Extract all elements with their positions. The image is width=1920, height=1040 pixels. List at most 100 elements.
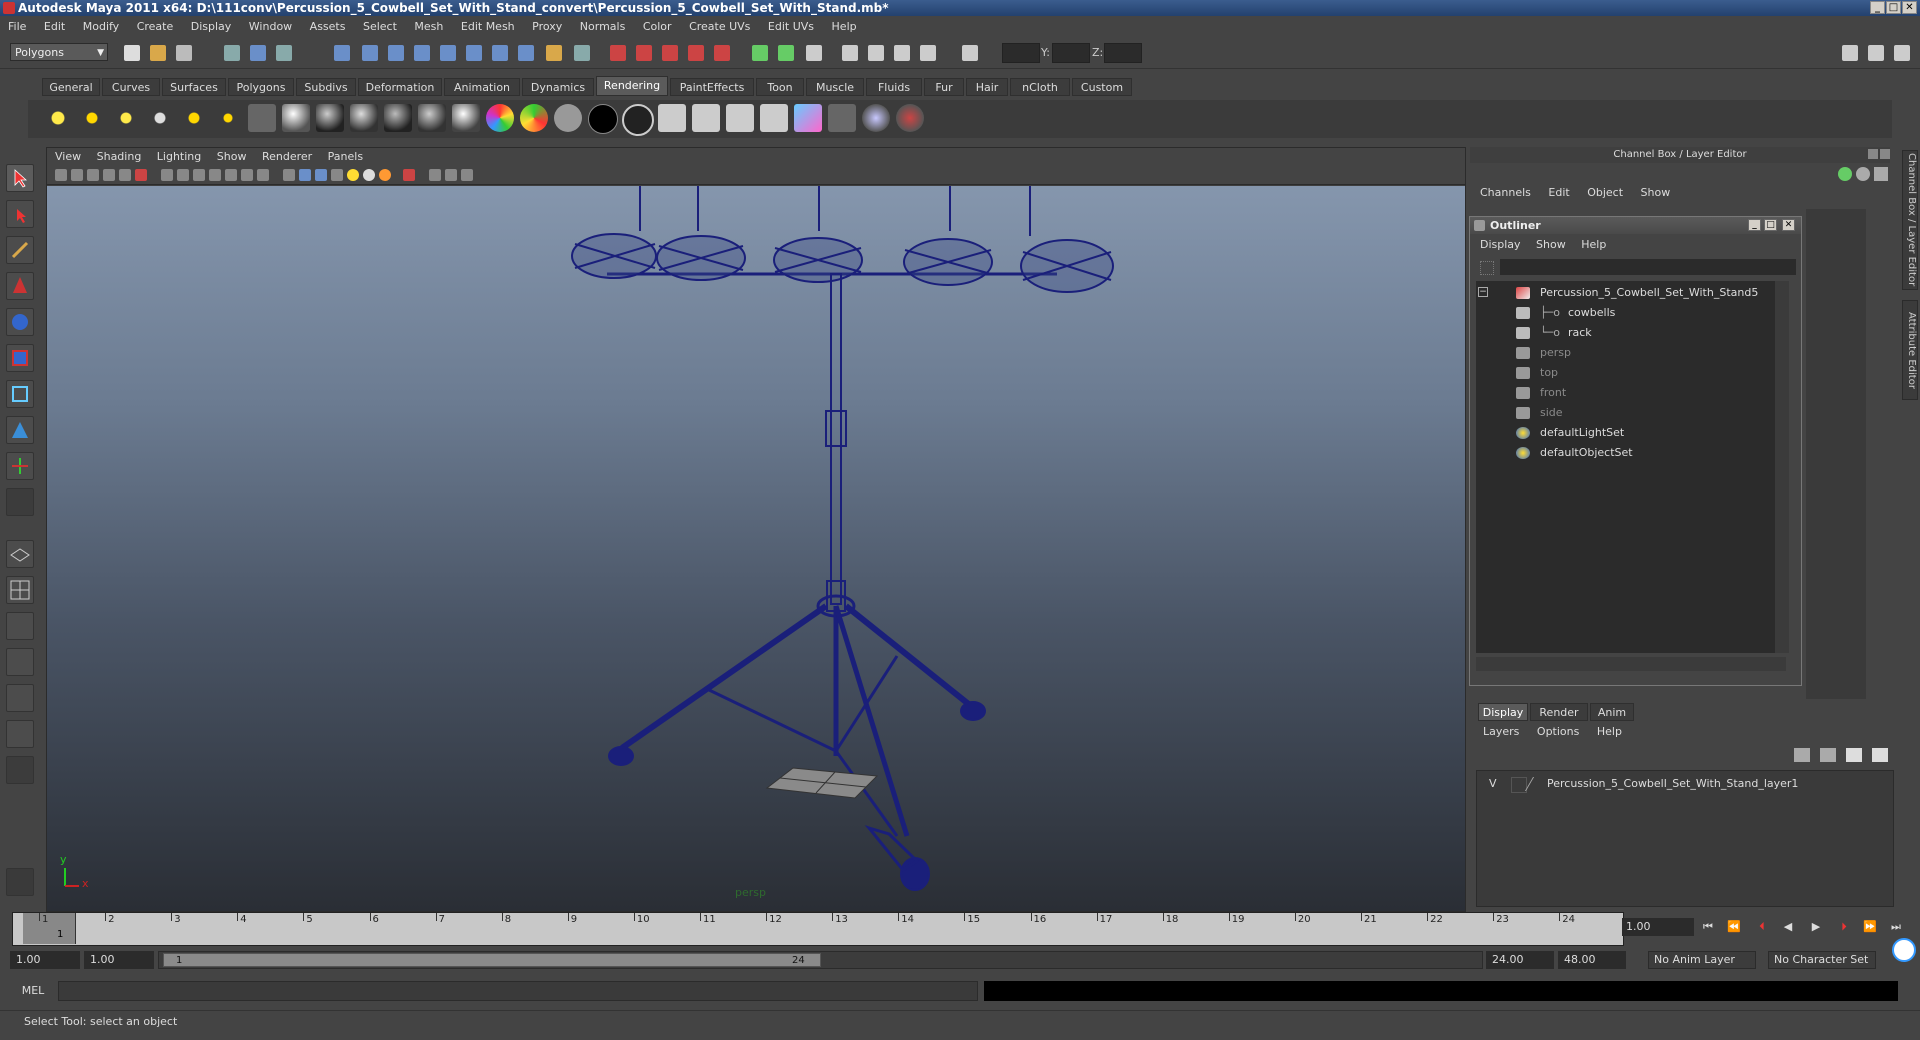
move-tool-icon[interactable] — [6, 272, 34, 300]
grease-pencil-icon[interactable] — [135, 169, 147, 181]
single-perspective-layout-icon[interactable] — [6, 540, 34, 568]
menu-display[interactable]: Display — [184, 17, 239, 37]
outliner-item[interactable]: front — [1476, 383, 1776, 403]
step-back-key-button[interactable]: ⏪ — [1724, 919, 1744, 935]
z-field[interactable] — [1104, 43, 1142, 63]
menu-proxy[interactable]: Proxy — [525, 17, 569, 37]
select-rendering-icon[interactable] — [492, 45, 508, 61]
channel-show-menu[interactable]: Show — [1634, 184, 1678, 202]
viewport-panel[interactable]: View Shading Lighting Show Renderer Pane… — [46, 147, 1466, 912]
lock-selection-icon[interactable] — [546, 45, 562, 61]
hypershade-persp-layout-icon[interactable] — [6, 684, 34, 712]
new-layer-icon[interactable] — [1794, 748, 1810, 762]
select-handles-icon[interactable] — [334, 45, 350, 61]
persp-outliner-layout-icon[interactable] — [6, 612, 34, 640]
shelf-tab-polygons[interactable]: Polygons — [228, 78, 294, 96]
snap-to-grids-icon[interactable] — [610, 45, 626, 61]
render-current-frame-icon[interactable] — [842, 45, 858, 61]
new-scene-icon[interactable] — [124, 45, 140, 61]
layer-tab-render[interactable]: Render — [1530, 703, 1588, 721]
step-forward-frame-button[interactable]: ⏵ — [1834, 919, 1854, 935]
hypershade-shelf-icon[interactable] — [794, 104, 822, 132]
animation-end-field[interactable]: 48.00 — [1558, 951, 1626, 969]
shelf-tab-fluids[interactable]: Fluids — [866, 78, 922, 96]
search-icon[interactable] — [1480, 261, 1494, 275]
auto-key-icon[interactable] — [1892, 938, 1916, 962]
menu-assets[interactable]: Assets — [303, 17, 353, 37]
render-current-icon[interactable] — [692, 104, 720, 132]
command-language-label[interactable]: MEL — [10, 981, 56, 1001]
ipr-render-icon[interactable] — [868, 45, 884, 61]
menu-mesh[interactable]: Mesh — [407, 17, 450, 37]
render-settings-icon[interactable] — [894, 45, 910, 61]
shelf-tab-surfaces[interactable]: Surfaces — [162, 78, 226, 96]
outliner-display-menu[interactable]: Display — [1470, 236, 1527, 254]
select-camera-icon[interactable] — [55, 169, 67, 181]
film-gate-icon[interactable] — [177, 169, 189, 181]
directional-light-icon[interactable] — [78, 104, 106, 132]
construction-history-icon[interactable] — [806, 45, 822, 61]
outliner-item[interactable]: ├─o cowbells — [1476, 303, 1776, 323]
outliner-item[interactable]: defaultObjectSet — [1476, 443, 1776, 463]
collapse-icon[interactable]: − — [1478, 287, 1488, 297]
rotate-tool-icon[interactable] — [6, 308, 34, 336]
outliner-minimize-button[interactable]: _ — [1748, 219, 1761, 231]
render-view-icon[interactable] — [658, 104, 686, 132]
menu-create-uvs[interactable]: Create UVs — [682, 17, 757, 37]
layer-options-menu[interactable]: Options — [1530, 722, 1586, 742]
character-set-dropdown[interactable]: No Character Set — [1768, 951, 1876, 969]
viewport-menu-view[interactable]: View — [47, 148, 87, 166]
shelf-tab-hair[interactable]: Hair — [966, 78, 1008, 96]
viewport-menu-shading[interactable]: Shading — [91, 148, 148, 166]
isolate-select-icon[interactable] — [403, 169, 415, 181]
scale-tool-icon[interactable] — [6, 344, 34, 372]
resolution-gate-icon[interactable] — [193, 169, 205, 181]
channel-box-toggle-icon[interactable] — [1894, 45, 1910, 61]
shelf-tab-deformation[interactable]: Deformation — [358, 78, 442, 96]
animation-start-field[interactable]: 1.00 — [10, 951, 80, 969]
grid-icon[interactable] — [161, 169, 173, 181]
shading-map-icon[interactable] — [520, 104, 548, 132]
soft-modification-icon[interactable] — [6, 416, 34, 444]
make-live-icon[interactable] — [714, 45, 730, 61]
layer-up-icon[interactable] — [1846, 748, 1862, 762]
save-scene-icon[interactable] — [176, 45, 192, 61]
command-input[interactable] — [58, 981, 978, 1001]
use-all-lights-icon[interactable] — [363, 169, 375, 181]
shelf-tab-subdivs[interactable]: Subdivs — [296, 78, 356, 96]
layer-row[interactable]: V Percussion_5_Cowbell_Set_With_Stand_la… — [1481, 775, 1881, 793]
field-chart-icon[interactable] — [225, 169, 237, 181]
select-deformations-icon[interactable] — [440, 45, 456, 61]
render-layer-icon[interactable] — [248, 104, 276, 132]
persp-graph-layout-icon[interactable] — [6, 648, 34, 676]
outliner-persp-graph-layout-icon[interactable] — [6, 720, 34, 748]
time-slider[interactable]: 1 1 2 3 4 5 6 7 8 9 10 11 12 13 14 15 16 17 18 19 20 21 22 23 2… — [12, 912, 1624, 946]
ramp-shader-icon[interactable] — [486, 104, 514, 132]
menu-normals[interactable]: Normals — [573, 17, 633, 37]
y-field[interactable] — [1052, 43, 1090, 63]
layer-down-icon[interactable] — [1872, 748, 1888, 762]
safe-title-icon[interactable] — [257, 169, 269, 181]
outliner-item[interactable]: defaultLightSet — [1476, 423, 1776, 443]
layer-tab-anim[interactable]: Anim — [1590, 703, 1634, 721]
point-light-icon[interactable] — [112, 104, 140, 132]
select-by-hierarchy-icon[interactable] — [224, 45, 240, 61]
use-background-icon[interactable] — [588, 104, 618, 134]
layer-editor-display-icon[interactable] — [1874, 167, 1888, 181]
select-by-object-icon[interactable] — [250, 45, 266, 61]
show-manipulator-icon[interactable] — [6, 452, 34, 480]
paint-select-tool-icon[interactable] — [6, 236, 34, 264]
shelf-tab-muscle[interactable]: Muscle — [806, 78, 864, 96]
step-back-frame-button[interactable]: ⏴ — [1752, 919, 1772, 935]
attribute-display-icon[interactable] — [1856, 167, 1870, 181]
textured-icon[interactable] — [331, 169, 343, 181]
channel-edit-menu[interactable]: Edit — [1541, 184, 1576, 202]
layer-help-menu[interactable]: Help — [1590, 722, 1629, 742]
close-button[interactable]: ✕ — [1902, 1, 1917, 14]
select-tool-icon[interactable] — [6, 164, 34, 192]
current-frame-marker[interactable]: 1 — [23, 913, 76, 944]
outliner-show-menu[interactable]: Show — [1530, 236, 1572, 254]
volume-light-icon[interactable] — [214, 104, 242, 132]
shelf-tab-painteffects[interactable]: PaintEffects — [670, 78, 754, 96]
step-forward-key-button[interactable]: ⏩ — [1860, 919, 1880, 935]
